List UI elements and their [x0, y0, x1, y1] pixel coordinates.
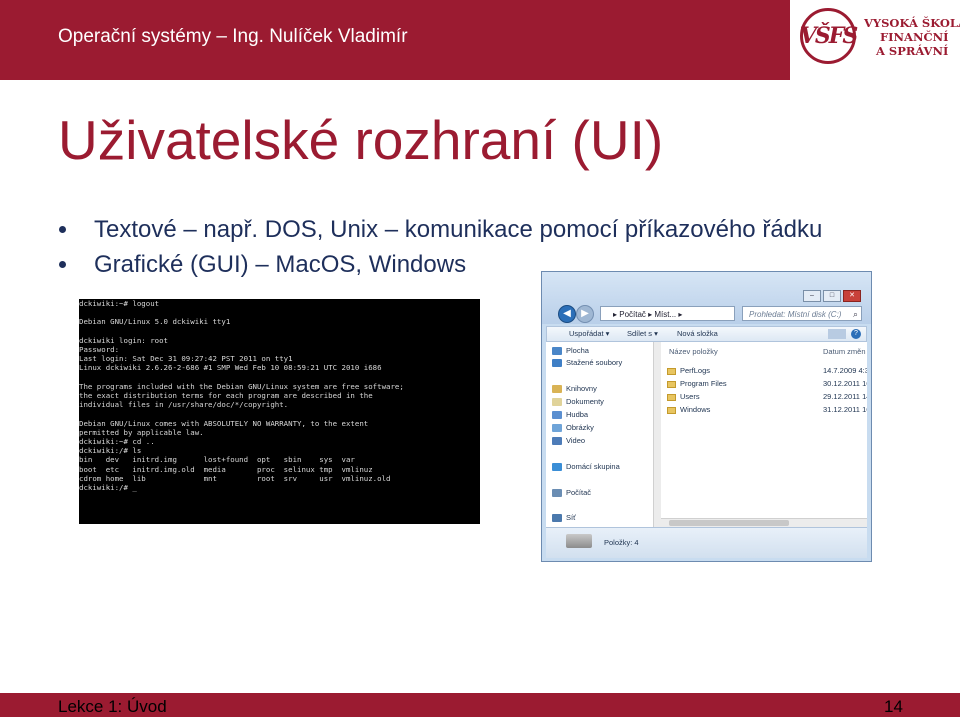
file-row: Windows 31.12.2011 16	[661, 405, 867, 417]
pictures-icon	[552, 424, 562, 432]
nav-item: Stažené soubory	[552, 358, 622, 367]
bullet-dot	[59, 226, 66, 233]
folder-icon	[667, 407, 676, 414]
navigation-pane: Plocha Stažené soubory Knihovny Dokument…	[546, 342, 653, 527]
file-row: Users 29.12.2011 14	[661, 392, 867, 404]
back-arrow-icon: ◀	[558, 305, 576, 323]
file-list: Název položky Datum změn PerfLogs 14.7.20…	[661, 342, 867, 527]
bullet-text: Textové – např. DOS, Unix – komunikace p…	[94, 216, 823, 243]
slide-title: Uživatelské rozhraní (UI)	[58, 109, 664, 171]
libraries-icon	[552, 385, 562, 393]
downloads-icon	[552, 359, 562, 367]
nav-item: Domácí skupina	[552, 462, 620, 471]
search-placeholder: Prohledat: Místní disk (C:)	[749, 310, 842, 319]
folder-icon	[667, 368, 676, 375]
explorer-status-bar: Položky: 4	[546, 527, 867, 558]
terminal-text: dckiwiki:~# logout Debian GNU/Linux 5.0 …	[79, 299, 404, 493]
logo-line-3: A SPRÁVNÍ	[876, 44, 949, 58]
horizontal-scrollbar	[661, 518, 867, 527]
logo-wordmark: VYSOKÁ ŠKOLA FINANČNÍ A SPRÁVNÍ	[864, 16, 960, 58]
logo-monogram: VŠFS	[799, 23, 858, 49]
desktop-icon	[552, 347, 562, 355]
forward-arrow-icon: ▶	[576, 305, 594, 323]
search-box: Prohledat: Místní disk (C:) ⌕	[742, 306, 862, 321]
nav-item: Hudba	[552, 410, 588, 419]
views-icon	[828, 329, 846, 339]
school-logo: VŠFS VYSOKÁ ŠKOLA FINANČNÍ A SPRÁVNÍ	[790, 0, 960, 80]
close-icon: ✕	[843, 290, 861, 302]
bullet-item: Textové – např. DOS, Unix – komunikace p…	[58, 212, 822, 247]
nav-item: Obrázky	[552, 423, 594, 432]
homegroup-icon	[552, 463, 562, 471]
computer-icon	[552, 489, 562, 497]
folder-icon	[667, 381, 676, 388]
linux-terminal-screenshot: dckiwiki:~# logout Debian GNU/Linux 5.0 …	[79, 299, 480, 524]
explorer-toolbar: Uspořádat ▾ Sdílet s ▾ Nová složka ?	[546, 326, 867, 342]
nav-item: Počítač	[552, 488, 591, 497]
scrollbar-thumb	[669, 520, 789, 526]
column-header-date: Datum změn	[823, 347, 866, 356]
window-controls: – □ ✕	[803, 290, 861, 302]
minimize-icon: –	[803, 290, 821, 302]
address-bar: ▸ Počítač ▸ Míst... ▸	[600, 306, 735, 321]
organize-menu: Uspořádat ▾	[569, 329, 610, 338]
nav-item: Knihovny	[552, 384, 597, 393]
nav-item: Video	[552, 436, 585, 445]
logo-line-2: FINANČNÍ	[880, 30, 949, 44]
file-row: Program Files 30.12.2011 16	[661, 379, 867, 391]
bullet-dot	[59, 261, 66, 268]
nav-item: Síť	[552, 513, 576, 522]
item-count: Položky: 4	[604, 538, 639, 547]
help-icon: ?	[851, 329, 861, 339]
network-icon	[552, 514, 562, 522]
share-menu: Sdílet s ▾	[627, 329, 658, 338]
column-header-name: Název položky	[669, 347, 718, 356]
folder-icon	[667, 394, 676, 401]
page-number: 14	[884, 697, 903, 716]
drive-icon	[566, 534, 592, 548]
bullet-text: Grafické (GUI) – MacOS, Windows	[94, 251, 467, 278]
maximize-icon: □	[823, 290, 841, 302]
windows-explorer-screenshot: – □ ✕ ◀ ▶ ▸ Počítač ▸ Míst... ▸ Prohleda…	[541, 271, 872, 562]
documents-icon	[552, 398, 562, 406]
header-title: Operační systémy – Ing. Nulíček Vladimír	[58, 26, 408, 47]
logo-line-1: VYSOKÁ ŠKOLA	[864, 16, 960, 30]
video-icon	[552, 437, 562, 445]
logo-emblem: VŠFS	[799, 8, 858, 64]
nav-item: Dokumenty	[552, 397, 604, 406]
lesson-label: Lekce 1: Úvod	[58, 697, 167, 716]
new-folder-button: Nová složka	[677, 329, 718, 338]
search-icon: ⌕	[852, 309, 858, 319]
music-icon	[552, 411, 562, 419]
nav-item: Plocha	[552, 346, 589, 355]
file-row: PerfLogs 14.7.2009 4:3	[661, 366, 867, 378]
